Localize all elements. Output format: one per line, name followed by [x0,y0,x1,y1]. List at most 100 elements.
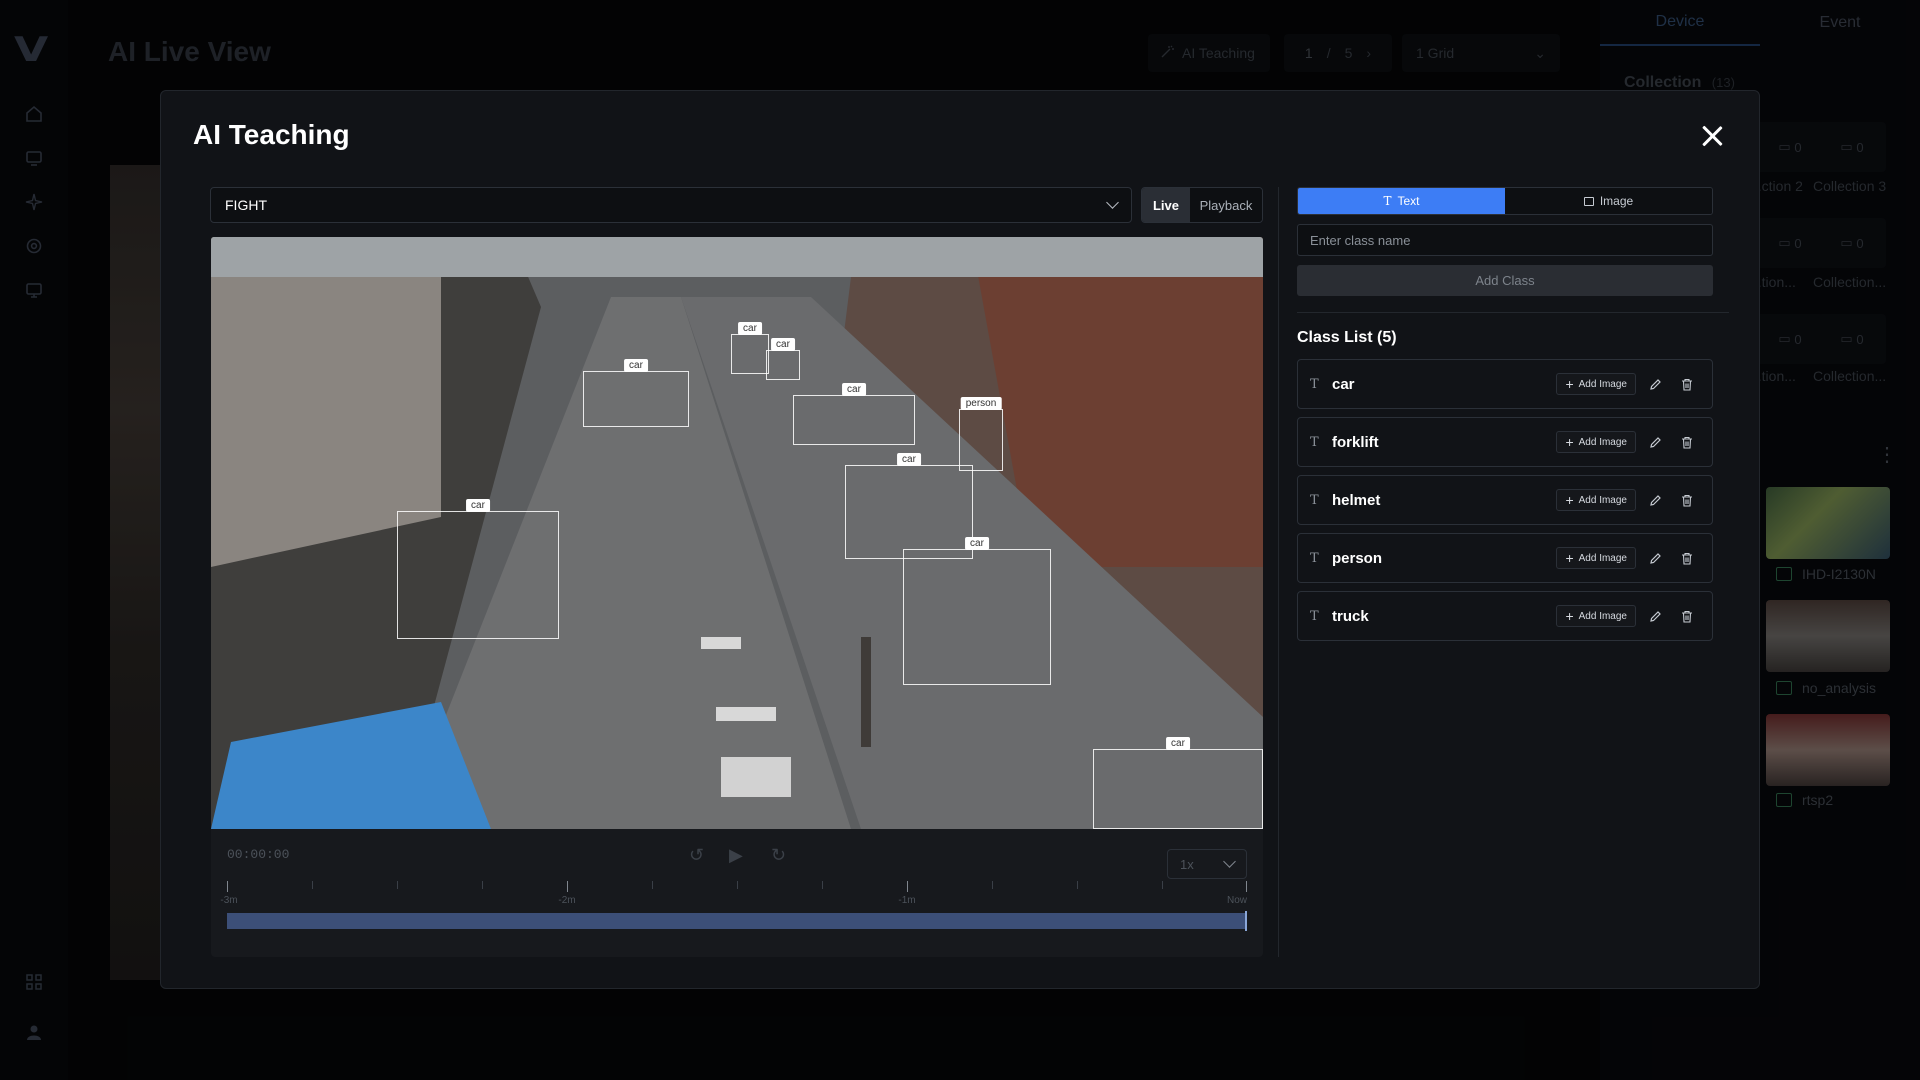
detection-box: car [845,453,973,559]
ai-teaching-modal: AI Teaching FIGHT Live Playback car car … [160,90,1760,989]
add-image-label: Add Image [1578,552,1627,564]
play-icon[interactable]: ▶ [729,845,743,866]
class-row: T helmet + Add Image [1297,475,1713,525]
text-mode-label: Text [1397,194,1420,208]
detection-box: car [793,383,915,445]
close-icon[interactable] [1697,121,1727,151]
street-scene [211,237,1263,829]
add-image-button[interactable]: + Add Image [1556,431,1636,453]
forward-icon[interactable]: ↻ [771,845,786,866]
input-mode-toggle: T Text Image [1297,187,1713,215]
timeline-track[interactable] [227,911,1247,931]
detection-label: car [624,359,648,372]
text-type-icon: T [1310,550,1319,566]
event-type-value: FIGHT [225,197,267,213]
plus-icon: + [1565,434,1574,450]
detection-box: car [1093,737,1263,829]
trash-icon[interactable] [1674,436,1700,449]
live-button[interactable]: Live [1142,188,1190,222]
playback-button[interactable]: Playback [1190,188,1262,222]
ruler-tick [652,881,653,889]
text-type-icon: T [1310,434,1319,450]
detection-box: car [903,537,1051,685]
class-name-input[interactable] [1297,224,1713,256]
add-image-button[interactable]: + Add Image [1556,373,1636,395]
ruler-tick [1162,881,1163,889]
time-ruler: -3m -2m -1m Now [220,881,1248,909]
add-image-label: Add Image [1578,378,1627,390]
class-list: T car + Add Image T forklift + Add Image T… [1297,359,1713,649]
detection-box: car [731,322,769,374]
view-mode-toggle: Live Playback [1141,187,1263,223]
class-list-title: Class List (5) [1297,329,1397,346]
class-name: truck [1332,607,1369,625]
chevron-down-icon [1223,855,1236,868]
detection-label: person [960,397,1002,410]
class-name: helmet [1332,491,1381,509]
ruler-tick [737,881,738,889]
edit-icon[interactable] [1642,610,1668,623]
class-row: T truck + Add Image [1297,591,1713,641]
rewind-icon[interactable]: ↺ [689,845,704,866]
trash-icon[interactable] [1674,552,1700,565]
ruler-label: -2m [558,895,576,906]
panel-divider [1278,187,1279,957]
image-mode-button[interactable]: Image [1505,188,1712,214]
playback-speed-value: 1x [1180,856,1194,872]
ruler-tick [822,881,823,889]
modal-title: AI Teaching [193,119,350,150]
playback-speed-select[interactable]: 1x [1167,849,1247,879]
edit-icon[interactable] [1642,552,1668,565]
detection-box: person [959,397,1003,471]
playback-time: 00:00:00 [227,847,290,862]
ruler-tick [567,881,568,892]
text-type-icon: T [1310,608,1319,624]
image-mode-label: Image [1599,194,1634,208]
ruler-label: -1m [898,895,916,906]
detection-label: car [842,383,866,396]
detection-box: car [766,338,800,380]
live-video-feed[interactable]: car car car car person car car car car [211,237,1263,829]
add-image-button[interactable]: + Add Image [1556,605,1636,627]
add-image-button[interactable]: + Add Image [1556,547,1636,569]
section-divider [1297,312,1729,313]
event-type-select[interactable]: FIGHT [210,187,1132,223]
ruler-label: -3m [220,895,238,906]
add-image-label: Add Image [1578,436,1627,448]
plus-icon: + [1565,550,1574,566]
add-image-label: Add Image [1578,610,1627,622]
plus-icon: + [1565,608,1574,624]
detection-label: car [897,453,921,466]
ruler-label: Now [1226,895,1248,906]
detection-box: car [397,499,559,639]
trash-icon[interactable] [1674,378,1700,391]
class-name: car [1332,375,1355,393]
add-image-button[interactable]: + Add Image [1556,489,1636,511]
playback-bar: 00:00:00 ↺ ▶ ↻ 1x -3m -2m -1m Now [211,829,1263,957]
trash-icon[interactable] [1674,610,1700,623]
detection-box: car [583,359,689,427]
ruler-tick [907,881,908,892]
text-type-icon: T [1310,376,1319,392]
detection-label: car [771,338,795,351]
detection-label: car [965,537,989,550]
class-name: forklift [1332,433,1379,451]
detection-label: car [1166,737,1190,750]
ruler-tick [1077,881,1078,889]
add-image-label: Add Image [1578,494,1627,506]
detection-label: car [466,499,490,512]
class-name: person [1332,549,1383,567]
edit-icon[interactable] [1642,436,1668,449]
ruler-tick [992,881,993,889]
detection-label: car [738,322,762,335]
add-class-button[interactable]: Add Class [1297,265,1713,296]
edit-icon[interactable] [1642,494,1668,507]
plus-icon: + [1565,376,1574,392]
text-type-icon: T [1310,492,1319,508]
class-row: T forklift + Add Image [1297,417,1713,467]
trash-icon[interactable] [1674,494,1700,507]
class-row: T person + Add Image [1297,533,1713,583]
text-mode-button[interactable]: T Text [1298,188,1505,214]
edit-icon[interactable] [1642,378,1668,391]
image-icon [1583,196,1594,206]
